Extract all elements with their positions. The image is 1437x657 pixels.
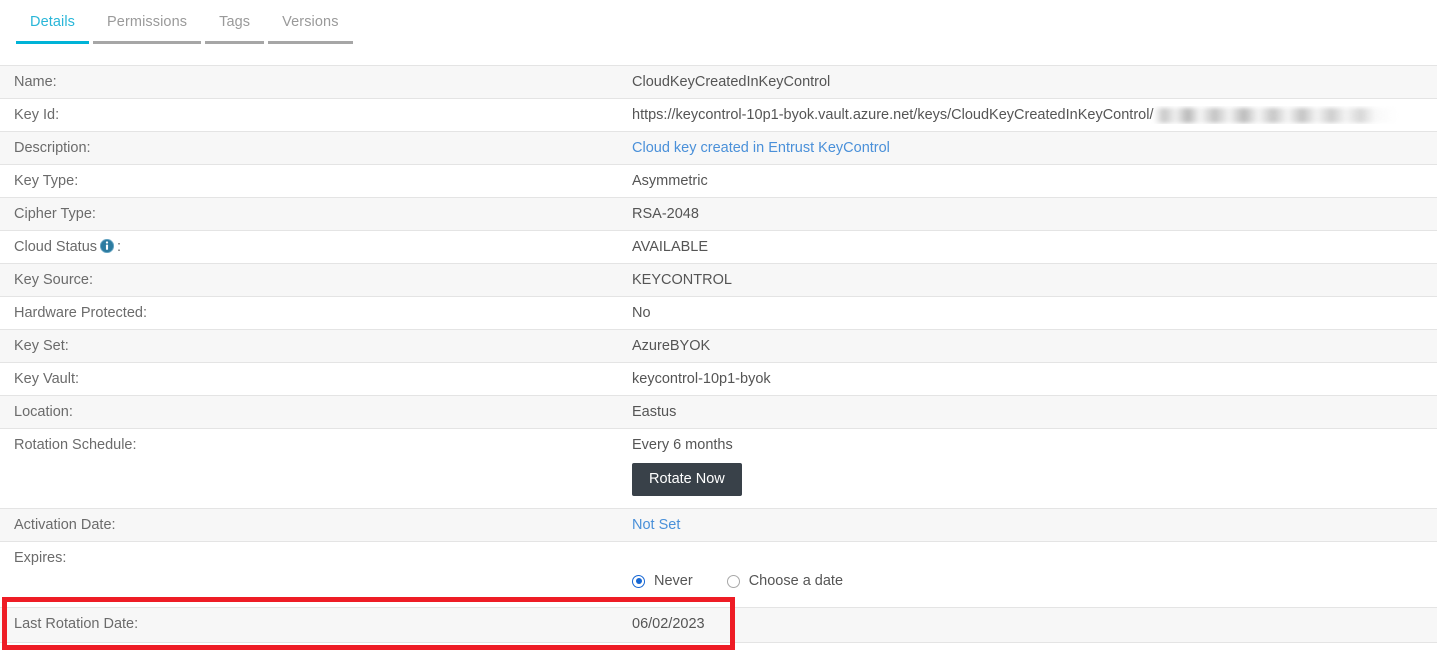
rotation-schedule-link[interactable]: Every 6 months bbox=[632, 436, 1427, 454]
row-value-rotation-schedule: Every 6 months Rotate Now bbox=[632, 429, 1437, 503]
key-id-redacted-blur bbox=[1154, 107, 1398, 123]
row-label-rotation-schedule: Rotation Schedule: bbox=[14, 437, 137, 453]
table-row-rotation-schedule: Rotation Schedule: Every 6 months Rotate… bbox=[0, 428, 1437, 508]
tab-details-label: Details bbox=[30, 14, 76, 30]
detail-tabs: Details Permissions Tags Versions bbox=[0, 0, 1437, 50]
row-value-key-id: https://keycontrol-10p1-byok.vault.azure… bbox=[632, 99, 1437, 131]
table-row-expires: Expires: Never Choose a date bbox=[0, 541, 1437, 607]
row-label-description: Description: bbox=[14, 140, 91, 156]
row-value-cipher-type: RSA-2048 bbox=[632, 206, 699, 222]
table-bottom-divider bbox=[0, 642, 1437, 648]
table-row-location: Location: Eastus bbox=[0, 395, 1437, 428]
key-details-panel: Details Permissions Tags Versions Name: … bbox=[0, 0, 1437, 657]
tab-versions-underline bbox=[268, 41, 353, 44]
details-table: Name: CloudKeyCreatedInKeyControl Key Id… bbox=[0, 65, 1437, 648]
tab-versions-label: Versions bbox=[282, 14, 339, 30]
tab-details[interactable]: Details bbox=[14, 0, 91, 44]
row-label-hardware-protected: Hardware Protected: bbox=[14, 305, 147, 321]
table-row-key-vault: Key Vault: keycontrol-10p1-byok bbox=[0, 362, 1437, 395]
row-label-key-source: Key Source: bbox=[14, 272, 93, 288]
row-value-key-source: KEYCONTROL bbox=[632, 272, 732, 288]
row-value-hardware-protected: No bbox=[632, 305, 651, 321]
tab-permissions-label: Permissions bbox=[107, 14, 188, 30]
row-value-key-type: Asymmetric bbox=[632, 173, 708, 189]
row-label-key-vault: Key Vault: bbox=[14, 371, 80, 387]
radio-option-never[interactable]: Never bbox=[632, 573, 693, 589]
cloud-status-label-text: Cloud Status bbox=[14, 239, 98, 255]
radio-label-never: Never bbox=[654, 573, 693, 589]
row-label-key-set: Key Set: bbox=[14, 338, 69, 354]
expires-radio-group: Never Choose a date bbox=[632, 573, 1427, 589]
rotate-now-button[interactable]: Rotate Now bbox=[632, 463, 742, 496]
row-value-expires: Never Choose a date bbox=[632, 542, 1437, 596]
key-id-text: https://keycontrol-10p1-byok.vault.azure… bbox=[632, 107, 1154, 123]
table-row-description: Description: Cloud key created in Entrus… bbox=[0, 131, 1437, 164]
table-row-activation-date: Activation Date: Not Set bbox=[0, 508, 1437, 541]
table-row-hardware-protected: Hardware Protected: No bbox=[0, 296, 1437, 329]
row-label-expires: Expires: bbox=[14, 550, 67, 566]
row-label-key-type: Key Type: bbox=[14, 173, 79, 189]
row-value-cloud-status: AVAILABLE bbox=[632, 239, 709, 255]
tab-permissions-underline bbox=[93, 41, 202, 44]
row-label-location: Location: bbox=[14, 404, 73, 420]
table-row-key-id: Key Id: https://keycontrol-10p1-byok.vau… bbox=[0, 98, 1437, 131]
radio-option-choose-a-date[interactable]: Choose a date bbox=[726, 573, 844, 589]
tab-tags-underline bbox=[205, 41, 265, 44]
radio-mark-never[interactable] bbox=[632, 574, 645, 588]
row-value-activation-date-link[interactable]: Not Set bbox=[632, 509, 1437, 541]
table-row-cipher-type: Cipher Type: RSA-2048 bbox=[0, 197, 1437, 230]
row-label-last-rotation-date: Last Rotation Date: bbox=[14, 616, 139, 632]
table-row-key-source: Key Source: KEYCONTROL bbox=[0, 263, 1437, 296]
tab-tags[interactable]: Tags bbox=[203, 0, 266, 44]
tab-tags-label: Tags bbox=[219, 14, 251, 30]
table-row-key-type: Key Type: Asymmetric bbox=[0, 164, 1437, 197]
row-value-key-set: AzureBYOK bbox=[632, 338, 711, 354]
radio-mark-choose-a-date[interactable] bbox=[726, 574, 740, 588]
table-row-name: Name: CloudKeyCreatedInKeyControl bbox=[0, 65, 1437, 98]
table-row-key-set: Key Set: AzureBYOK bbox=[0, 329, 1437, 362]
row-label-activation-date: Activation Date: bbox=[14, 517, 116, 533]
row-value-key-vault: keycontrol-10p1-byok bbox=[632, 371, 771, 387]
row-label-cloud-status: Cloud Status: bbox=[0, 231, 632, 263]
row-value-last-rotation-date: 06/02/2023 bbox=[632, 616, 705, 632]
tab-versions[interactable]: Versions bbox=[266, 0, 354, 44]
key-id-wrapper: https://keycontrol-10p1-byok.vault.azure… bbox=[632, 106, 1427, 124]
row-value-name: CloudKeyCreatedInKeyControl bbox=[632, 74, 831, 90]
row-value-description-link[interactable]: Cloud key created in Entrust KeyControl bbox=[632, 132, 1437, 164]
row-label-name: Name: bbox=[14, 74, 57, 90]
info-icon[interactable] bbox=[99, 238, 115, 254]
row-value-location: Eastus bbox=[632, 404, 677, 420]
tab-permissions[interactable]: Permissions bbox=[91, 0, 203, 44]
tab-details-underline bbox=[16, 41, 90, 44]
table-row-cloud-status: Cloud Status: AVAILABLE bbox=[0, 230, 1437, 263]
table-row-last-rotation-date: Last Rotation Date: 06/02/2023 bbox=[0, 607, 1437, 642]
cloud-status-label-colon: : bbox=[117, 239, 122, 255]
radio-label-choose-a-date: Choose a date bbox=[748, 573, 844, 589]
row-label-key-id: Key Id: bbox=[14, 107, 60, 123]
row-label-cipher-type: Cipher Type: bbox=[14, 206, 96, 222]
